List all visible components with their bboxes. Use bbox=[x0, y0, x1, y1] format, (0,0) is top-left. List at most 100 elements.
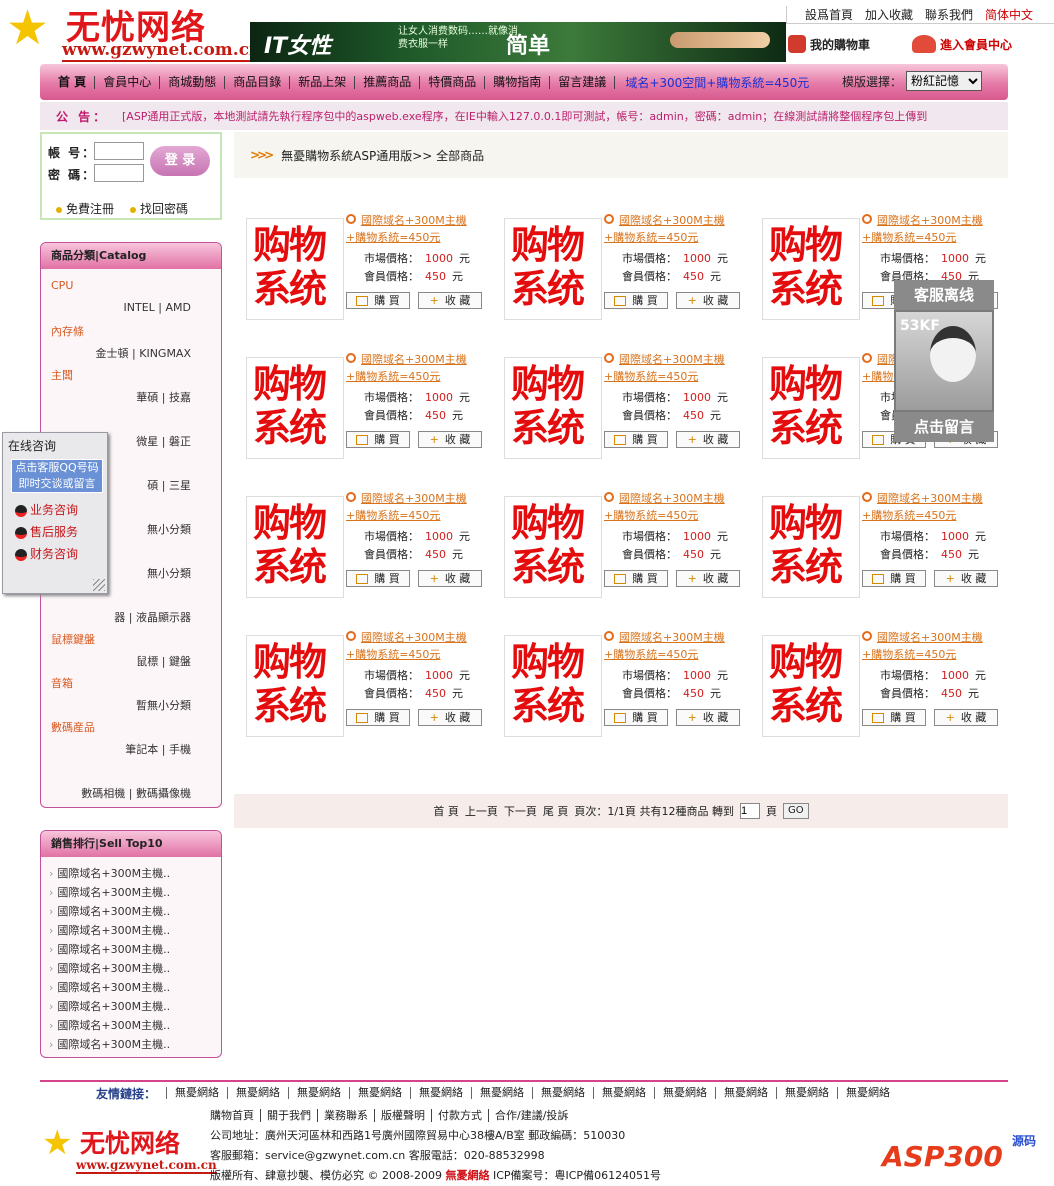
pager-next[interactable]: 下一頁 bbox=[504, 803, 537, 819]
product-image[interactable]: 购物 系统 bbox=[504, 357, 602, 459]
footer-link[interactable]: 關于我們 bbox=[260, 1109, 317, 1122]
buy-button[interactable]: 購 買 bbox=[604, 431, 668, 448]
cart-link[interactable]: 我的購物車 bbox=[788, 30, 908, 58]
nav-new-arrivals[interactable]: 新品上架 bbox=[290, 75, 356, 89]
footer-link[interactable]: 版權聲明 bbox=[374, 1109, 431, 1122]
favorite-button[interactable]: 收 藏 bbox=[418, 431, 482, 448]
product-name-link[interactable]: 國際域名+300M主機+購物系統=450元 bbox=[604, 351, 744, 385]
product-name-link[interactable]: 國際域名+300M主機+購物系統=450元 bbox=[862, 212, 1002, 246]
catalog-subcategories[interactable]: 筆記本 | 手機 bbox=[41, 741, 191, 757]
username-input[interactable] bbox=[94, 142, 144, 160]
nav-special[interactable]: 特價商品 bbox=[420, 75, 486, 89]
qq-finance-link[interactable]: 财务咨询 bbox=[15, 545, 78, 562]
catalog-category[interactable]: 音箱 bbox=[51, 675, 73, 691]
pager-prev[interactable]: 上一頁 bbox=[465, 803, 498, 819]
footer-link[interactable]: 付款方式 bbox=[431, 1109, 488, 1122]
friend-link[interactable]: 無憂網絡 bbox=[410, 1087, 471, 1099]
catalog-subcategories[interactable]: 鼠標 | 鍵盤 bbox=[41, 653, 191, 669]
favorite-button[interactable]: 收 藏 bbox=[676, 292, 740, 309]
sales-item[interactable]: 國際域名+300M主機.. bbox=[49, 884, 170, 900]
catalog-category[interactable]: 內存條 bbox=[51, 323, 84, 339]
catalog-subcategories[interactable]: 器 | 液晶顯示器 bbox=[41, 609, 191, 625]
nav-promo-link[interactable]: 域名+300空間+購物系統=450元 bbox=[615, 74, 809, 91]
password-input[interactable] bbox=[94, 164, 144, 182]
product-name-link[interactable]: 國際域名+300M主機+購物系統=450元 bbox=[346, 629, 486, 663]
contact-link[interactable]: 聯系我們 bbox=[925, 6, 973, 23]
buy-button[interactable]: 購 買 bbox=[346, 431, 410, 448]
product-image[interactable]: 购物 系统 bbox=[246, 635, 344, 737]
product-image[interactable]: 购物 系统 bbox=[762, 357, 860, 459]
catalog-subcategories[interactable]: 華碩 | 技嘉 bbox=[41, 389, 191, 405]
buy-button[interactable]: 購 買 bbox=[346, 570, 410, 587]
product-image[interactable]: 购物 系统 bbox=[504, 635, 602, 737]
catalog-subcategories[interactable]: 金士頓 | KINGMAX bbox=[41, 345, 191, 361]
buy-button[interactable]: 購 買 bbox=[346, 292, 410, 309]
pager-last[interactable]: 尾 頁 bbox=[543, 803, 569, 819]
product-name-link[interactable]: 國際域名+300M主機+購物系統=450元 bbox=[346, 490, 486, 524]
register-link[interactable]: 免費注冊 bbox=[56, 200, 114, 217]
product-name-link[interactable]: 國際域名+300M主機+購物系統=450元 bbox=[604, 629, 744, 663]
friend-link[interactable]: 無憂網絡 bbox=[532, 1087, 593, 1099]
resize-grip-icon[interactable] bbox=[93, 579, 105, 591]
member-center-link[interactable]: 進入會員中心 bbox=[912, 30, 1054, 58]
qq-service-link[interactable]: 售后服务 bbox=[15, 523, 78, 540]
buy-button[interactable]: 購 買 bbox=[346, 709, 410, 726]
product-image[interactable]: 购物 系统 bbox=[246, 218, 344, 320]
buy-button[interactable]: 購 買 bbox=[862, 709, 926, 726]
pager-go-button[interactable]: GO bbox=[783, 803, 809, 819]
nav-news[interactable]: 商城動態 bbox=[160, 75, 226, 89]
catalog-category[interactable]: CPU bbox=[51, 279, 73, 292]
template-select[interactable]: 粉紅記憶 bbox=[906, 71, 982, 91]
simplified-chinese-link[interactable]: 简体中文 bbox=[985, 6, 1033, 23]
forgot-password-link[interactable]: 找回密碼 bbox=[130, 200, 188, 217]
catalog-category[interactable]: 鼠標鍵盤 bbox=[51, 631, 95, 647]
product-name-link[interactable]: 國際域名+300M主機+購物系統=450元 bbox=[862, 490, 1002, 524]
product-name-link[interactable]: 國際域名+300M主機+購物系統=450元 bbox=[346, 351, 486, 385]
friend-link[interactable]: 無憂網絡 bbox=[715, 1087, 776, 1099]
favorite-button[interactable]: 收 藏 bbox=[418, 709, 482, 726]
favorite-button[interactable]: 收 藏 bbox=[676, 431, 740, 448]
buy-button[interactable]: 購 買 bbox=[604, 709, 668, 726]
sales-item[interactable]: 國際域名+300M主機.. bbox=[49, 979, 170, 995]
qq-sales-link[interactable]: 业务咨询 bbox=[15, 501, 78, 518]
add-favorite-link[interactable]: 加入收藏 bbox=[865, 6, 913, 23]
pager-page-input[interactable] bbox=[740, 803, 761, 819]
catalog-category[interactable]: 購物系統 bbox=[51, 807, 95, 808]
asp300-logo[interactable]: ASP300 源码 bbox=[880, 1130, 1050, 1178]
friend-link[interactable]: 無憂網絡 bbox=[349, 1087, 410, 1099]
nav-home[interactable]: 首 頁 bbox=[50, 75, 96, 89]
product-image[interactable]: 购物 系统 bbox=[762, 218, 860, 320]
nav-member[interactable]: 會員中心 bbox=[95, 75, 161, 89]
favorite-button[interactable]: 收 藏 bbox=[418, 570, 482, 587]
sales-item[interactable]: 國際域名+300M主機.. bbox=[49, 922, 170, 938]
footer-link[interactable]: 業務聯系 bbox=[317, 1109, 374, 1122]
friend-link[interactable]: 無憂網絡 bbox=[654, 1087, 715, 1099]
kefu-leave-message[interactable]: 点击留言 bbox=[894, 412, 994, 442]
product-name-link[interactable]: 國際域名+300M主機+購物系統=450元 bbox=[604, 212, 744, 246]
product-image[interactable]: 购物 系统 bbox=[504, 496, 602, 598]
catalog-subcategories[interactable]: 暫無小分類 bbox=[41, 697, 191, 713]
site-logo[interactable]: ★ 无忧网络 www.gzwynet.com.cn bbox=[0, 0, 262, 64]
product-name-link[interactable]: 國際域名+300M主機+購物系統=450元 bbox=[604, 490, 744, 524]
friend-link[interactable]: 無憂網絡 bbox=[776, 1087, 837, 1099]
catalog-category[interactable]: 數碼産品 bbox=[51, 719, 95, 735]
favorite-button[interactable]: 收 藏 bbox=[934, 709, 998, 726]
pager-first[interactable]: 首 頁 bbox=[433, 803, 459, 819]
footer-link[interactable]: 購物首頁 bbox=[210, 1109, 260, 1122]
friend-link[interactable]: 無憂網絡 bbox=[288, 1087, 349, 1099]
sales-item[interactable]: 國際域名+300M主機.. bbox=[49, 941, 170, 957]
product-image[interactable]: 购物 系统 bbox=[246, 357, 344, 459]
product-image[interactable]: 购物 系统 bbox=[762, 635, 860, 737]
sales-item[interactable]: 國際域名+300M主機.. bbox=[49, 903, 170, 919]
buy-button[interactable]: 購 買 bbox=[604, 292, 668, 309]
login-button[interactable]: 登 录 bbox=[150, 146, 210, 176]
buy-button[interactable]: 購 買 bbox=[862, 570, 926, 587]
catalog-category[interactable]: 主闆 bbox=[51, 367, 73, 383]
product-name-link[interactable]: 國際域名+300M主機+購物系統=450元 bbox=[862, 629, 1002, 663]
friend-link[interactable]: 無憂網絡 bbox=[837, 1087, 898, 1099]
sales-item[interactable]: 國際域名+300M主機.. bbox=[49, 1017, 170, 1033]
sales-item[interactable]: 國際域名+300M主機.. bbox=[49, 1036, 170, 1052]
product-image[interactable]: 购物 系统 bbox=[246, 496, 344, 598]
favorite-button[interactable]: 收 藏 bbox=[676, 570, 740, 587]
favorite-button[interactable]: 收 藏 bbox=[418, 292, 482, 309]
